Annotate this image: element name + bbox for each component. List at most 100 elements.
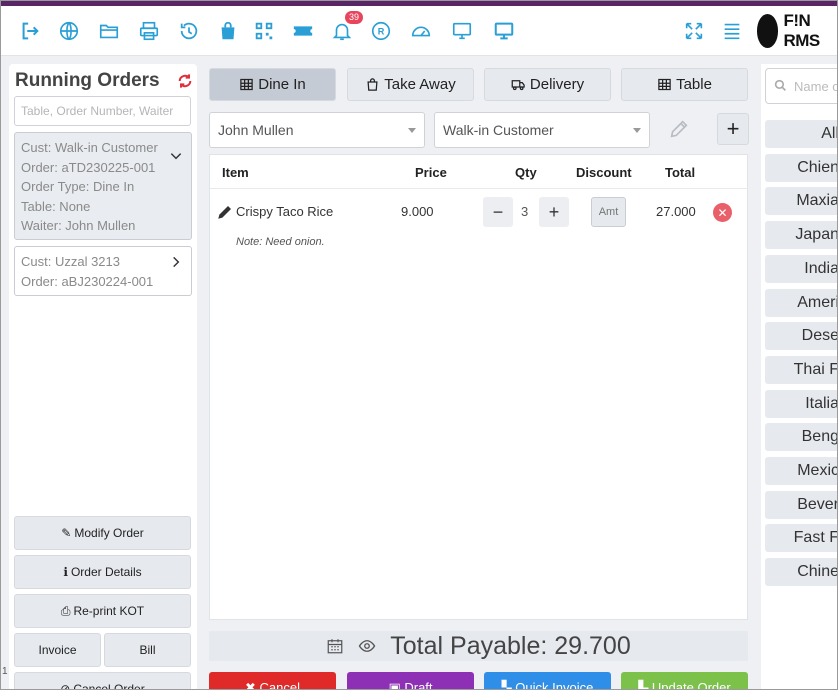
edit-customer-icon[interactable] [668, 118, 690, 140]
logout-icon[interactable] [17, 18, 43, 44]
running-order-card[interactable]: Cust: Uzzal 3213 Order: aBJ230224-001 [14, 246, 192, 296]
history-icon[interactable] [176, 18, 202, 44]
qty-decrease-button[interactable]: − [483, 197, 513, 227]
category-button[interactable]: Chien [765, 153, 838, 182]
ticket-icon[interactable] [290, 18, 316, 44]
item-price: 9.000 [401, 204, 434, 219]
printer-icon[interactable] [136, 18, 162, 44]
tab-delivery[interactable]: Delivery [484, 68, 611, 101]
invoice-button[interactable]: Invoice [14, 633, 101, 667]
registered-icon[interactable]: R [368, 18, 394, 44]
reprint-kot-button[interactable]: ⎙ Re-print KOT [14, 594, 191, 628]
total-payable: Total Payable: 29.700 [390, 631, 631, 660]
edit-icon: ✎ [61, 526, 72, 540]
invoice-label: Invoice [38, 643, 77, 657]
customer-select-value: Walk-in Customer [443, 122, 554, 138]
draft-button[interactable]: ▣ Draft [347, 672, 474, 690]
display-icon[interactable] [491, 18, 517, 44]
running-orders-panel: Running Orders Cust: Walk-in Customer Or… [9, 64, 197, 689]
search-icon [774, 79, 786, 91]
category-label: Mexic [797, 462, 838, 479]
bell-icon[interactable]: 39 [329, 11, 363, 44]
category-label: Maxia [796, 192, 838, 210]
tab-take-away[interactable]: Take Away [347, 68, 474, 101]
modify-order-label: Modify Order [74, 526, 144, 540]
category-label: Bever [797, 495, 838, 513]
cart-table: Item Price Qty Discount Total Crispy Tac… [209, 154, 748, 620]
category-label: Thai F [793, 360, 838, 378]
menu-icon[interactable] [719, 18, 745, 44]
refresh-icon[interactable] [177, 73, 193, 89]
briefcase-icon: ▣ [388, 680, 405, 690]
fullscreen-icon[interactable] [681, 18, 707, 44]
category-button[interactable]: Bever [765, 490, 838, 519]
category-button[interactable]: Chine [765, 558, 837, 587]
item-total: 27.000 [656, 204, 696, 219]
folder-icon[interactable] [96, 18, 122, 44]
category-button[interactable]: Beng [765, 423, 838, 452]
brand-logo: F!N RMS [757, 11, 837, 50]
category-button[interactable]: Dese [765, 322, 837, 351]
app-window: 39 R F!N RMS Running Orders Cust: [0, 0, 838, 690]
quick-invoice-button[interactable]: ▚ Quick Invoice [484, 672, 611, 689]
category-label: Ameri [797, 293, 838, 311]
monitor-icon[interactable] [449, 18, 475, 44]
tab-label: Delivery [529, 76, 585, 93]
globe-icon[interactable] [56, 18, 82, 44]
qty-increase-button[interactable]: + [539, 197, 569, 227]
shopping-bag-icon[interactable] [215, 18, 241, 44]
tab-table[interactable]: Table [621, 68, 748, 101]
discount-input[interactable] [591, 197, 626, 227]
qr-code-icon[interactable] [251, 18, 277, 44]
category-label: Beng [801, 428, 838, 446]
cart-header: Item Price Qty Discount Total [210, 155, 747, 189]
category-button[interactable]: Italia [765, 389, 837, 418]
customer-select[interactable]: Walk-in Customer [434, 112, 650, 148]
cancel-label: Cancel [259, 680, 300, 690]
order-search-input[interactable] [14, 96, 191, 126]
tab-dine-in[interactable]: Dine In [209, 68, 336, 101]
dashboard-icon[interactable] [408, 18, 434, 44]
modify-order-button[interactable]: ✎ Modify Order [14, 516, 191, 550]
category-button[interactable]: Mexic [765, 457, 838, 485]
item-note: Note: Need onion. [236, 236, 325, 248]
bill-label: Bill [139, 643, 156, 657]
table-grid-icon [658, 78, 671, 91]
running-order-card[interactable]: Cust: Walk-in Customer Order: aTD230225-… [14, 132, 192, 240]
order-number: Order: aBJ230224-001 [21, 273, 154, 289]
remove-item-button[interactable]: ✕ [713, 203, 732, 222]
item-name: Crispy Taco Rice [236, 204, 334, 219]
total-payable-bar: Total Payable: 29.700 [209, 631, 748, 661]
category-button[interactable]: India [765, 254, 837, 283]
notification-count-badge: 39 [344, 11, 363, 24]
category-button[interactable]: Thai F [765, 355, 838, 384]
table-grid-icon [240, 78, 253, 91]
eye-icon[interactable] [358, 637, 376, 655]
reprint-kot-label: Re-print KOT [73, 604, 145, 618]
order-details-button[interactable]: ℹ Order Details [14, 555, 191, 589]
order-table: Table: None [21, 198, 91, 214]
waiter-select-value: John Mullen [218, 122, 294, 138]
category-button[interactable]: Fast F [765, 524, 837, 553]
cancel-button[interactable]: ✖ Cancel [209, 672, 336, 690]
order-panel: Dine In Take Away Delivery Table John Mu… [206, 64, 753, 690]
add-customer-button[interactable]: + [717, 113, 749, 145]
svg-text:R: R [378, 27, 385, 37]
calendar-icon[interactable] [326, 637, 344, 655]
category-label: Japan [795, 226, 838, 244]
category-button[interactable]: All [765, 120, 837, 148]
category-label: Chien [797, 158, 838, 176]
edit-pencil-icon[interactable] [216, 203, 234, 221]
info-icon: ℹ [63, 565, 68, 579]
col-total: Total [665, 165, 696, 180]
category-button[interactable]: Japan [765, 221, 838, 250]
tab-label: Take Away [384, 76, 456, 93]
running-orders-title: Running Orders [15, 70, 160, 91]
cancel-order-button[interactable]: ⊘ Cancel Order [14, 672, 191, 689]
category-button[interactable]: Ameri [765, 288, 838, 317]
order-waiter: Waiter: John Mullen [21, 218, 136, 233]
waiter-select[interactable]: John Mullen [209, 112, 425, 148]
category-button[interactable]: Maxia [765, 187, 838, 216]
update-order-button[interactable]: ▙ Update Order [621, 672, 748, 689]
bill-button[interactable]: Bill [104, 633, 191, 667]
